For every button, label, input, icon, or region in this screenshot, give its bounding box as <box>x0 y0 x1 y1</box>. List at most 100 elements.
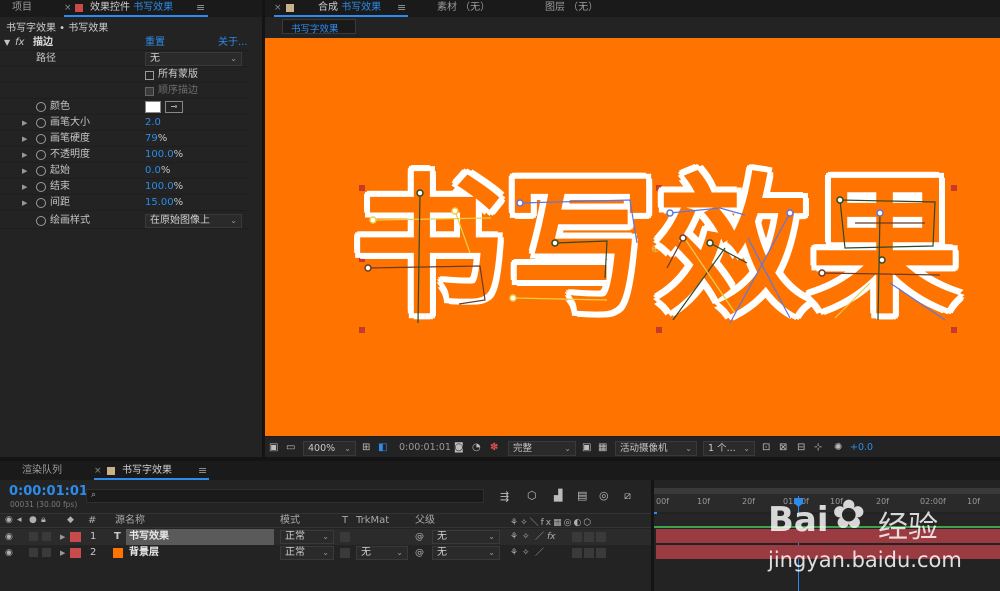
effect-param-value[interactable]: 100.0% <box>145 147 183 163</box>
views-dropdown[interactable]: 1 个... ⌄ <box>703 441 755 456</box>
layer-mode-dropdown[interactable]: 正常 ⌄ <box>280 546 334 560</box>
paint-style-dropdown[interactable]: 在原始图像上 ⌄ <box>145 214 242 228</box>
expand-triangle-icon[interactable]: ▶ <box>22 179 27 195</box>
shy-switch-icon[interactable]: ⚘ <box>510 529 518 545</box>
expand-triangle-icon[interactable]: ▶ <box>22 131 27 147</box>
param-number[interactable]: 100.0 <box>145 149 174 160</box>
mask-visibility-icon[interactable]: ◧ <box>378 441 387 455</box>
panel-menu-icon[interactable]: ≡ <box>198 464 207 477</box>
monitor-icon[interactable]: ▭ <box>286 441 295 455</box>
eye-icon[interactable]: ◉ <box>5 529 13 545</box>
stopwatch-icon[interactable] <box>36 182 46 192</box>
lock-box[interactable] <box>42 532 51 541</box>
exposure-icon[interactable]: ✺ <box>834 441 842 455</box>
layer-name[interactable]: 背景层 <box>126 545 274 561</box>
column-source-name[interactable]: 源名称 <box>115 514 145 528</box>
motion-blur-icon[interactable]: ◎ <box>599 489 609 502</box>
stopwatch-icon[interactable] <box>36 150 46 160</box>
transparency-grid-icon[interactable]: ▦ <box>598 441 607 455</box>
panel-menu-icon[interactable]: ≡ <box>397 1 406 14</box>
motion-blur-switch[interactable] <box>572 548 582 558</box>
path-dropdown[interactable]: 无 ⌄ <box>145 52 242 66</box>
param-number[interactable]: 79 <box>145 133 158 144</box>
show-snapshot-icon[interactable]: ◔ <box>472 441 481 455</box>
expand-triangle-icon[interactable]: ▶ <box>22 115 27 131</box>
fast-preview-icon[interactable]: ⊠ <box>779 441 787 455</box>
timeline-timecode[interactable]: 0:00:01:01 <box>9 484 88 499</box>
effect-param-value[interactable]: 100.0% <box>145 179 183 195</box>
param-number[interactable]: 100.0 <box>145 181 174 192</box>
table-row[interactable]: ◉ ▶ 1 T 书写效果 正常 ⌄ @ 无 ⌄ ⚘ ✧ ／ fx <box>0 529 651 545</box>
label-icon[interactable]: ◆ <box>67 515 74 525</box>
all-masks-checkbox[interactable] <box>145 71 154 80</box>
tab-footage[interactable]: 素材 （无） <box>437 0 490 17</box>
label-color[interactable] <box>70 548 81 558</box>
adjustment-switch[interactable] <box>584 548 594 558</box>
effect-param-value[interactable]: 79% <box>145 131 167 147</box>
layer-search-input[interactable]: ⌕ <box>86 489 484 503</box>
stopwatch-icon[interactable] <box>36 216 46 226</box>
quality-switch-icon[interactable]: ／ <box>535 545 544 561</box>
param-number[interactable]: 2.0 <box>145 117 161 128</box>
pickwhip-icon[interactable]: @ <box>415 545 424 561</box>
effect-switch-icon[interactable]: fx <box>547 529 556 545</box>
camera-icon[interactable]: ◙ <box>454 441 464 455</box>
motion-blur-switch[interactable] <box>572 532 582 542</box>
collapse-switch-icon[interactable]: ✧ <box>522 545 530 561</box>
eye-icon[interactable]: ◉ <box>5 515 13 525</box>
eyedropper-icon[interactable]: ⊸ <box>165 101 183 113</box>
tab-render-queue[interactable]: 渲染队列 <box>22 463 62 480</box>
effect-param-value[interactable]: 2.0 <box>145 115 161 131</box>
lock-icon[interactable]: 🔒︎ <box>41 515 46 525</box>
close-icon[interactable]: × <box>64 3 72 13</box>
quality-switch-icon[interactable]: ／ <box>535 529 544 545</box>
tab-project[interactable]: 项目 <box>12 0 32 17</box>
adjustment-switch[interactable] <box>584 532 594 542</box>
exposure-value[interactable]: +0.0 <box>850 441 873 456</box>
eye-icon[interactable]: ◉ <box>5 545 13 561</box>
graph-editor-icon[interactable]: ⧄ <box>624 489 631 503</box>
stopwatch-icon[interactable] <box>36 118 46 128</box>
layer-name[interactable]: 书写效果 <box>126 529 274 545</box>
solo-box[interactable] <box>29 532 38 541</box>
panel-menu-icon[interactable]: ≡ <box>196 1 205 14</box>
frame-blending-icon[interactable]: ▤ <box>577 489 587 502</box>
close-icon[interactable]: × <box>274 3 282 13</box>
timeline-icon[interactable]: ⊟ <box>797 441 805 455</box>
grid-icon[interactable]: ⊞ <box>362 441 370 455</box>
layer-mode-dropdown[interactable]: 正常 ⌄ <box>280 530 334 544</box>
toggle-pixel-aspect-icon[interactable]: ⊡ <box>762 441 770 455</box>
comp-timecode[interactable]: 0:00:01:01 <box>399 441 451 456</box>
param-number[interactable]: 15.00 <box>145 197 174 208</box>
solo-icon[interactable]: ● <box>29 515 37 525</box>
about-button[interactable]: 关于... <box>218 35 248 51</box>
parent-dropdown[interactable]: 无 ⌄ <box>432 530 500 544</box>
draft-3d-icon[interactable]: ⬡ <box>527 489 537 502</box>
stopwatch-icon[interactable] <box>36 102 46 112</box>
effect-param-value[interactable]: 0.0% <box>145 163 170 179</box>
zoom-dropdown[interactable]: 400% ⌄ <box>303 441 356 456</box>
audio-icon[interactable]: ◂ <box>17 515 22 525</box>
stopwatch-icon[interactable] <box>36 198 46 208</box>
tab-layer[interactable]: 图层 （无） <box>545 0 598 17</box>
close-icon[interactable]: × <box>94 466 102 476</box>
table-row[interactable]: ◉ ▶ 2 背景层 正常 ⌄ 无 ⌄ @ 无 ⌄ ⚘ ✧ ／ <box>0 545 651 561</box>
shy-switch-icon[interactable]: ⚘ <box>510 545 518 561</box>
expand-triangle-icon[interactable]: ▶ <box>60 529 65 545</box>
param-number[interactable]: 0.0 <box>145 165 161 176</box>
expand-triangle-icon[interactable]: ▶ <box>60 545 65 561</box>
color-channels-icon[interactable]: ✽ <box>490 441 498 455</box>
label-color[interactable] <box>70 532 81 542</box>
preserve-transparency-box[interactable] <box>340 532 350 542</box>
parent-dropdown[interactable]: 无 ⌄ <box>432 546 500 560</box>
shy-layers-icon[interactable]: ▟ <box>554 489 562 502</box>
comp-mini-flowchart-icon[interactable]: ⇶ <box>500 490 509 503</box>
color-swatch[interactable] <box>145 101 161 113</box>
resolution-dropdown[interactable]: 完整 ⌄ <box>508 441 576 456</box>
collapse-triangle-icon[interactable]: ▼ <box>4 35 10 51</box>
solo-box[interactable] <box>29 548 38 557</box>
reset-button[interactable]: 重置 <box>145 35 165 51</box>
collapse-switch-icon[interactable]: ✧ <box>522 529 530 545</box>
stopwatch-icon[interactable] <box>36 134 46 144</box>
lock-box[interactable] <box>42 548 51 557</box>
